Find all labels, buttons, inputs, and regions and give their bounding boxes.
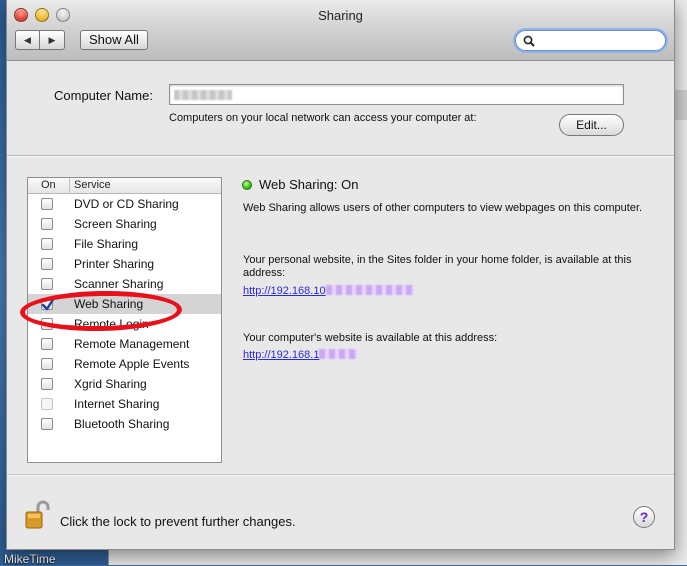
service-status: Web Sharing: On (242, 177, 358, 192)
back-button[interactable]: ◀ (15, 30, 40, 50)
search-icon (523, 35, 535, 47)
service-description: Web Sharing allows users of other comput… (243, 202, 643, 214)
service-checkbox[interactable] (41, 318, 53, 330)
service-checkbox[interactable] (41, 278, 53, 290)
service-label: Remote Management (74, 337, 190, 351)
service-row[interactable]: File Sharing (28, 234, 221, 254)
help-button[interactable]: ? (633, 506, 655, 528)
service-label: Xgrid Sharing (74, 377, 147, 391)
service-checkbox[interactable] (41, 378, 53, 390)
service-checkbox (41, 398, 53, 410)
service-row[interactable]: Bluetooth Sharing (28, 414, 221, 434)
personal-site-link[interactable]: http://192.168.10 (243, 285, 414, 297)
status-indicator-icon (242, 180, 252, 190)
column-header-service[interactable]: Service (70, 178, 111, 193)
search-field[interactable] (515, 30, 666, 51)
redacted-url-part (325, 285, 414, 295)
checkmark-icon (41, 296, 56, 311)
divider (7, 155, 674, 157)
computer-site-link[interactable]: http://192.168.1 (243, 349, 358, 361)
service-checkbox[interactable] (41, 238, 53, 250)
service-checkbox[interactable] (41, 198, 53, 210)
service-checkbox[interactable] (41, 358, 53, 370)
sharing-window: Sharing ◀ ▶ Show All Computer Name: Comp… (6, 0, 675, 550)
service-checkbox[interactable] (41, 218, 53, 230)
forward-button[interactable]: ▶ (40, 30, 65, 50)
computer-site-description: Your computer's website is available at … (243, 332, 498, 344)
service-row[interactable]: Internet Sharing (28, 394, 221, 414)
edit-button[interactable]: Edit... (559, 114, 624, 136)
computer-name-field[interactable] (169, 84, 624, 105)
status-text: Web Sharing: On (259, 177, 359, 192)
divider (7, 474, 674, 476)
search-input[interactable] (538, 33, 658, 48)
unlocked-padlock-icon (25, 500, 50, 529)
service-label: Remote Apple Events (74, 357, 190, 371)
computer-name-description: Computers on your local network can acce… (169, 112, 477, 124)
service-label: Web Sharing (74, 297, 144, 311)
computer-site-url: http://192.168.1 (243, 349, 320, 361)
service-checkbox[interactable] (41, 338, 53, 350)
service-list[interactable]: On Service DVD or CD Sharing Screen Shari… (27, 177, 222, 463)
service-row[interactable]: Remote Apple Events (28, 354, 221, 374)
service-row[interactable]: Remote Login (28, 314, 221, 334)
service-label: Scanner Sharing (74, 277, 164, 291)
service-checkbox[interactable] (41, 258, 53, 270)
lock-message: Click the lock to prevent further change… (60, 514, 296, 529)
personal-site-url: http://192.168.10 (243, 285, 326, 297)
personal-site-description: Your personal website, in the Sites fold… (243, 254, 632, 279)
navigation-buttons: ◀ ▶ (15, 30, 65, 50)
redacted-computer-name (174, 90, 232, 100)
service-label: Remote Login (74, 317, 149, 331)
service-label: Bluetooth Sharing (74, 417, 170, 431)
service-row[interactable]: Scanner Sharing (28, 274, 221, 294)
service-row[interactable]: Printer Sharing (28, 254, 221, 274)
service-row[interactable]: Remote Management (28, 334, 221, 354)
service-list-header: On Service (28, 178, 221, 194)
computer-name-label: Computer Name: (54, 88, 153, 103)
service-label: Screen Sharing (74, 217, 157, 231)
redacted-url-part (319, 349, 358, 359)
service-label: File Sharing (74, 237, 139, 251)
window-toolbar: Sharing ◀ ▶ Show All (7, 0, 674, 61)
triangle-right-icon: ▶ (48, 34, 56, 45)
show-all-button[interactable]: Show All (80, 30, 148, 50)
service-label: Internet Sharing (74, 397, 160, 411)
window-title: Sharing (318, 8, 363, 23)
column-header-on[interactable]: On (28, 178, 70, 193)
service-label: DVD or CD Sharing (74, 197, 179, 211)
triangle-left-icon: ◀ (24, 34, 31, 45)
desktop-item-label[interactable]: MikeTime (4, 552, 56, 566)
service-checkbox[interactable] (41, 418, 53, 430)
service-row[interactable]: Xgrid Sharing (28, 374, 221, 394)
service-label: Printer Sharing (74, 257, 155, 271)
service-row[interactable]: DVD or CD Sharing (28, 194, 221, 214)
service-row[interactable]: Screen Sharing (28, 214, 221, 234)
lock-button[interactable] (24, 500, 50, 535)
service-checkbox[interactable] (41, 296, 56, 311)
service-row[interactable]: Web Sharing (28, 294, 221, 314)
